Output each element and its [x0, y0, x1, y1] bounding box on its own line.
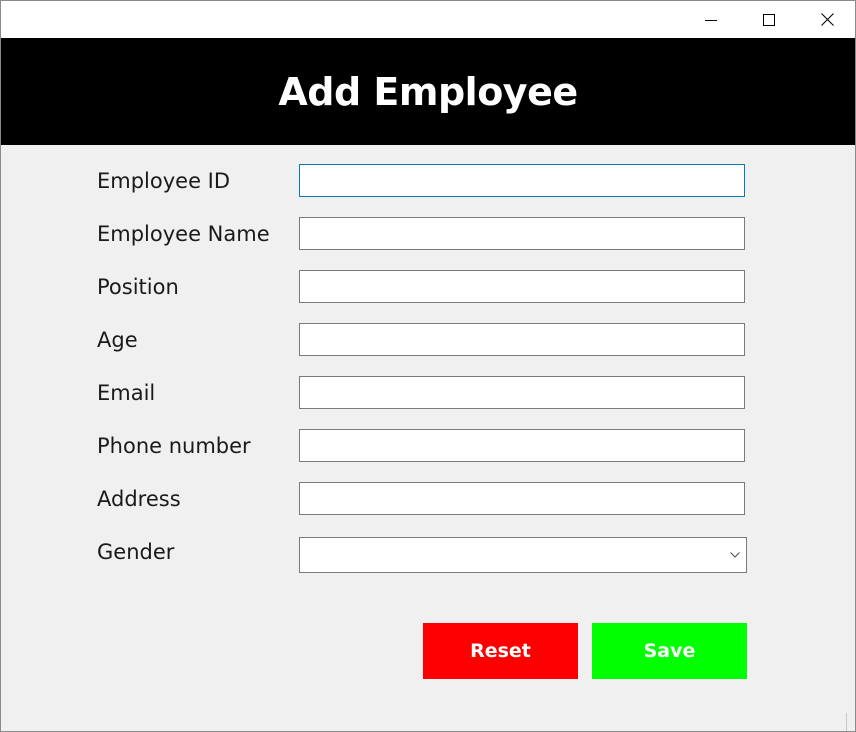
title-bar: [1, 1, 855, 38]
employee-name-input[interactable]: [299, 217, 745, 250]
phone-number-input[interactable]: [299, 429, 745, 462]
gender-select[interactable]: [299, 537, 747, 573]
employee-id-input[interactable]: [299, 164, 745, 197]
employee-id-label: Employee ID: [97, 169, 231, 193]
page-title: Add Employee: [278, 69, 578, 114]
address-input[interactable]: [299, 482, 745, 515]
resize-grip[interactable]: [846, 713, 855, 731]
close-icon: [820, 13, 834, 26]
close-button[interactable]: [798, 1, 856, 38]
maximize-button[interactable]: [740, 1, 798, 38]
employee-name-label: Employee Name: [97, 222, 270, 246]
email-label: Email: [97, 381, 156, 405]
phone-number-label: Phone number: [97, 434, 251, 458]
age-label: Age: [97, 328, 138, 352]
maximize-icon: [763, 13, 775, 26]
minimize-button[interactable]: [682, 1, 740, 38]
save-button[interactable]: Save: [592, 623, 747, 679]
position-input[interactable]: [299, 270, 745, 303]
reset-button[interactable]: Reset: [423, 623, 578, 679]
chevron-down-icon: [730, 552, 740, 558]
position-label: Position: [97, 275, 179, 299]
address-label: Address: [97, 487, 181, 511]
header-banner: Add Employee: [1, 38, 855, 145]
gender-label: Gender: [97, 540, 175, 564]
minimize-icon: [705, 19, 717, 21]
age-input[interactable]: [299, 323, 745, 356]
email-input[interactable]: [299, 376, 745, 409]
app-window: Add Employee Employee ID Employee Name P…: [0, 0, 856, 732]
